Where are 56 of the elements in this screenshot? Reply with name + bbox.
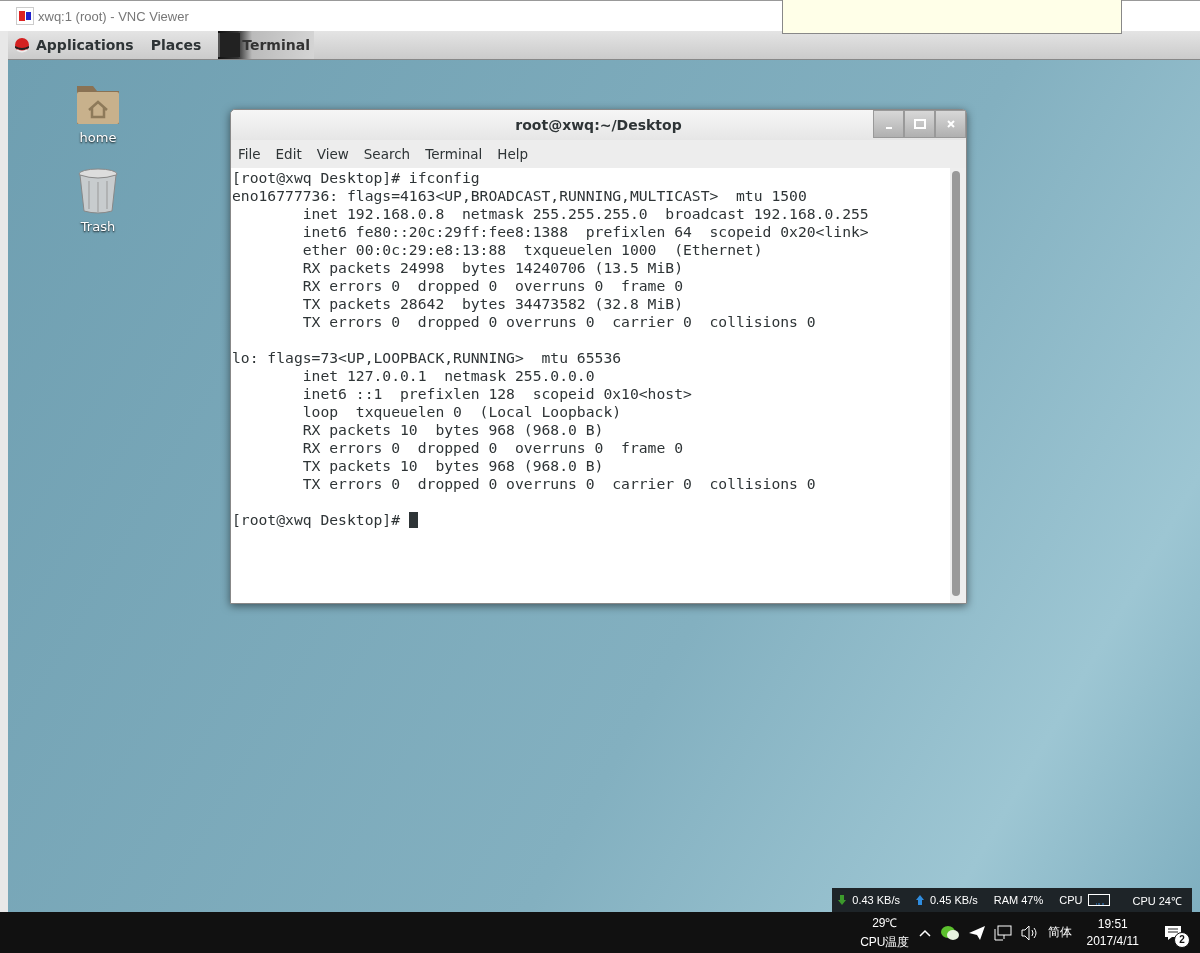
input-method-indicator[interactable]: 简体 <box>1047 924 1072 941</box>
terminal-line: eno16777736: flags=4163<UP,BROADCAST,RUNNING,MULTICAST> mtu 1500 <box>232 187 807 205</box>
terminal-icon <box>218 33 241 57</box>
upload-arrow-icon <box>916 895 924 905</box>
hat-icon <box>14 37 30 53</box>
cpu-graph-drawing <box>1088 894 1111 906</box>
terminal-line: inet6 fe80::20c:29ff:fee8:1388 prefixlen 64 scopeid 0x20<link> <box>301 223 869 241</box>
terminal-line: RX errors 0 dropped 0 overruns 0 frame 0 <box>301 277 683 295</box>
terminal-line: inet 192.168.0.8 netmask 255.255.255.0 broadcast 192.168.0.255 <box>301 205 869 223</box>
app-logo-icon <box>16 7 34 25</box>
temperature-label: CPU温度 <box>860 934 910 951</box>
download-arrow-icon <box>838 895 847 905</box>
upload-speed: 0.45 KB/s <box>930 894 978 906</box>
terminal-line: TX errors 0 dropped 0 overruns 0 carrier 0 collisions 0 <box>301 313 816 331</box>
temperature-value: 29℃ <box>872 915 898 931</box>
text-cursor <box>408 512 418 528</box>
cpu-temperature: CPU 24℃ <box>1132 893 1182 908</box>
paper-plane-icon[interactable] <box>968 925 985 940</box>
close-button[interactable] <box>935 110 966 138</box>
temperature-widget[interactable]: 29℃ CPU温度 <box>860 914 910 951</box>
terminal-line: loop txqueuelen 0 (Local Loopback) <box>301 403 622 421</box>
menu-item[interactable]: View <box>316 146 349 162</box>
menu-item[interactable]: File <box>238 146 261 162</box>
network-icon[interactable] <box>993 924 1012 941</box>
terminal-line: ether 00:0c:29:e8:13:88 txqueuelen 1000 (Ethernet) <box>301 241 763 259</box>
terminal-line: RX errors 0 dropped 0 overruns 0 frame 0 <box>301 439 683 457</box>
menu-item[interactable]: Search <box>363 146 411 162</box>
clock[interactable]: 19:51 2017/4/11 <box>1086 917 1139 948</box>
terminal-line: TX packets 10 bytes 968 (968.0 B) <box>301 457 604 475</box>
maximize-button[interactable] <box>904 110 935 138</box>
top-menu-item[interactable]: Applications <box>36 37 134 53</box>
chevron-up-icon[interactable] <box>918 928 931 937</box>
window-title: root@xwq:~/Desktop <box>515 117 682 133</box>
scrollbar[interactable] <box>950 168 966 603</box>
ram-usage: RAM 47% <box>993 894 1044 906</box>
terminal-line: inet6 ::1 prefixlen 128 scopeid 0x10<host> <box>301 385 692 403</box>
terminal-line: inet 127.0.0.1 netmask 255.0.0.0 <box>301 367 595 385</box>
download-speed: 0.43 KB/s <box>852 894 900 906</box>
chat-bubbles-icon[interactable] <box>939 924 960 941</box>
terminal-line: TX packets 28642 bytes 34473582 (32.8 MiB) <box>301 295 683 313</box>
menu-item[interactable]: Help <box>497 146 529 162</box>
top-menu-item[interactable]: Places <box>150 37 202 53</box>
clock-date: 2017/4/11 <box>1086 934 1139 948</box>
speaker-icon[interactable] <box>1020 924 1039 941</box>
menu-item[interactable]: Edit <box>275 146 302 162</box>
terminal-line: RX packets 10 bytes 968 (968.0 B) <box>301 421 604 439</box>
terminal-line: [root@xwq Desktop]# ifconfig <box>232 169 480 187</box>
clock-time: 19:51 <box>1097 917 1128 931</box>
terminal-prompt: [root@xwq Desktop]# <box>232 511 401 529</box>
terminal-line: TX errors 0 dropped 0 overruns 0 carrier 0 collisions 0 <box>301 475 816 493</box>
terminal-line: lo: flags=73<UP,LOOPBACK,RUNNING> mtu 65536 <box>232 349 622 367</box>
menu-item[interactable]: Terminal <box>425 146 483 162</box>
terminal-line: RX packets 24998 bytes 14240706 (13.5 MiB) <box>301 259 683 277</box>
window-title: xwq:1 (root) - VNC Viewer <box>38 8 189 24</box>
cpu-label: CPU <box>1059 894 1083 906</box>
close-icon <box>945 119 956 129</box>
